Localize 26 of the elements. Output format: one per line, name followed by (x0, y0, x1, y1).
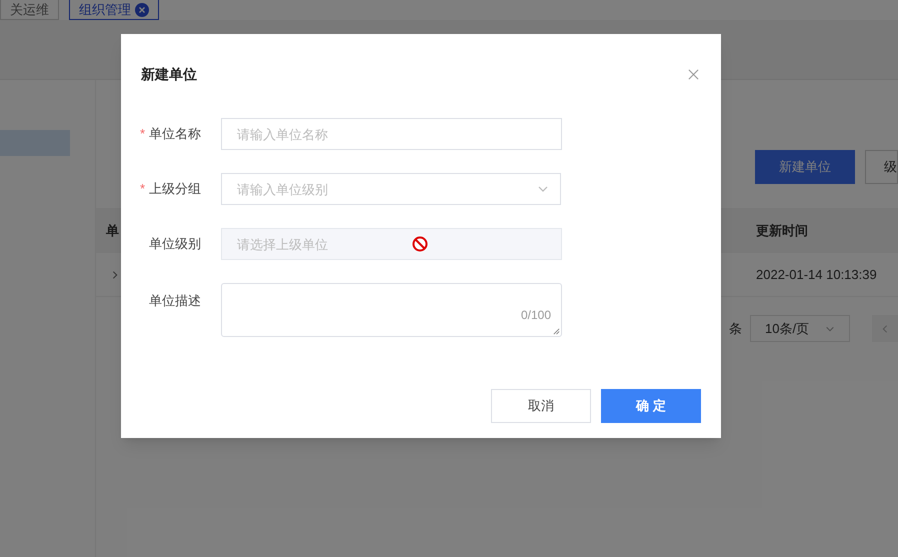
table-cell-text: 2022-01-14 10:13:39 (756, 266, 877, 284)
description-field[interactable]: 0/100 (221, 283, 562, 337)
resize-handle-icon (553, 328, 560, 335)
pagination-label: 条 (729, 320, 742, 338)
field-label: 单位描述 (149, 292, 201, 310)
column-header: 更新时间 (756, 222, 808, 240)
action-button[interactable]: 级 (865, 150, 898, 184)
close-icon[interactable] (688, 69, 699, 80)
cancel-button[interactable]: 取消 (491, 389, 591, 423)
confirm-button[interactable]: 确 定 (601, 389, 701, 423)
close-icon[interactable] (135, 2, 149, 16)
select-field[interactable]: 请输入单位级别 (221, 173, 561, 205)
input-field[interactable]: 请输入单位名称 (221, 118, 562, 150)
field-label: 单位级别 (149, 235, 201, 254)
field-label: 上级分组 (149, 180, 201, 198)
action-button[interactable]: 新建单位 (755, 150, 855, 184)
required-mark: * (140, 180, 145, 198)
chevron-left-icon (880, 324, 890, 334)
field-label: 单位名称 (149, 125, 201, 144)
no-entry-icon (412, 236, 428, 252)
page-size-select[interactable]: 10条/页 (750, 315, 850, 342)
expand-icon (110, 270, 120, 280)
character-counter: 0/100 (520, 307, 551, 324)
column-header: 单 (105, 222, 120, 240)
dialog-title: 新建单位 (141, 65, 197, 84)
required-mark: * (140, 125, 145, 144)
